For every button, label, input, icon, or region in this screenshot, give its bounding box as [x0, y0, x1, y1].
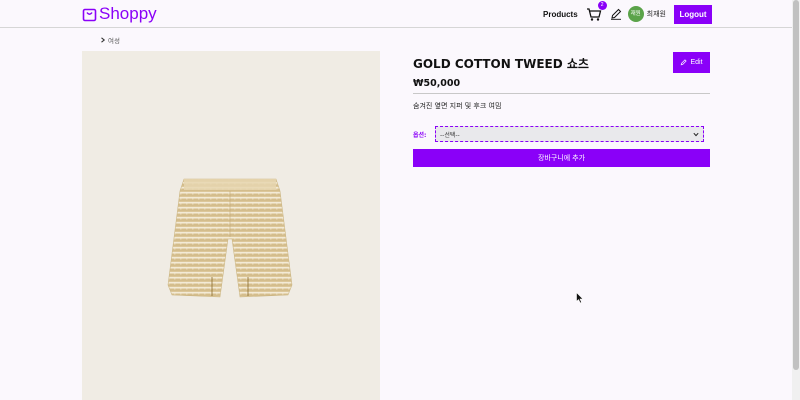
option-row: 옵션: --선택-- — [413, 125, 710, 143]
pencil-icon — [681, 59, 688, 66]
add-to-cart-button[interactable]: 장바구니에 추가 — [413, 149, 710, 167]
product-title: GOLD COTTON TWEED 쇼츠 — [413, 57, 589, 71]
edit-button-label: Edit — [690, 59, 703, 66]
chevron-down-icon — [693, 132, 699, 137]
nav-products-link[interactable]: Products — [543, 10, 578, 19]
edit-button[interactable]: Edit — [673, 52, 710, 73]
chevron-right-icon — [101, 37, 106, 43]
product-price: ₩50,000 — [413, 78, 461, 89]
user-avatar[interactable]: 재원 — [627, 6, 644, 22]
tweed-shorts-image — [167, 178, 293, 298]
cart-button[interactable]: 2 — [586, 1, 607, 22]
scrollbar-thumb[interactable] — [793, 0, 799, 370]
logo-link[interactable]: Shoppy — [82, 4, 157, 24]
breadcrumb-category-link[interactable]: 여성 — [108, 35, 120, 45]
product-image — [82, 51, 380, 400]
cart-count-badge: 2 — [597, 1, 607, 10]
top-nav-bar: Shoppy Products 2 재원 최재원 Logout — [0, 0, 800, 28]
divider — [413, 93, 710, 94]
shopping-bag-icon — [82, 8, 97, 22]
option-select[interactable]: --선택-- — [435, 126, 704, 142]
logout-button[interactable]: Logout — [674, 4, 712, 24]
option-label: 옵션: — [413, 131, 427, 139]
breadcrumb: 여성 — [100, 34, 120, 46]
pencil-icon[interactable] — [610, 8, 622, 20]
product-description: 숨겨진 옆면 지퍼 및 후크 여밈 — [413, 102, 502, 110]
option-selected-value: --선택-- — [440, 131, 460, 139]
mouse-cursor-icon — [576, 292, 584, 304]
logo-text: Shoppy — [99, 4, 157, 23]
scrollbar-track[interactable] — [792, 0, 800, 400]
username-label: 최재원 — [646, 10, 666, 18]
nav-actions: Products 2 재원 최재원 Logout — [543, 1, 712, 24]
